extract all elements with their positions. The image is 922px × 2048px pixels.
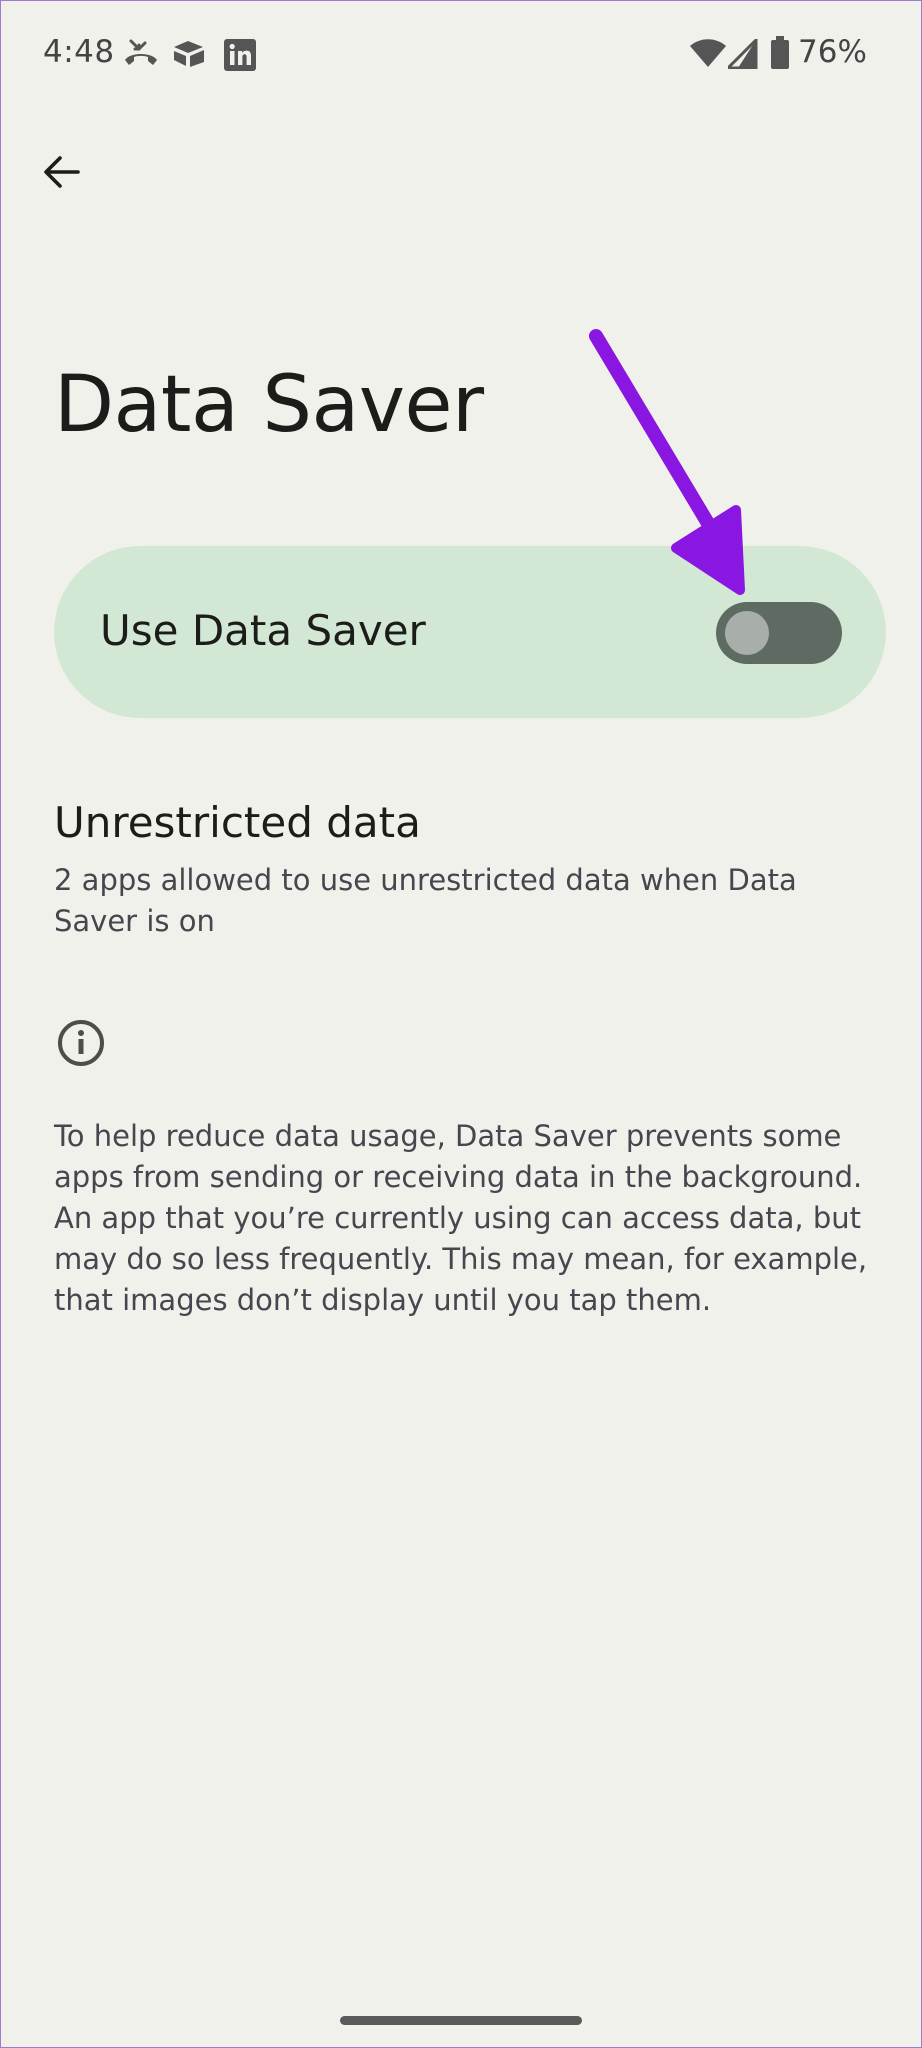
use-data-saver-row[interactable]: Use Data Saver [54, 546, 886, 718]
wifi-icon [690, 38, 726, 72]
battery-percent: 76% [798, 34, 867, 70]
status-bar: 4:48 76% [0, 0, 922, 110]
back-button[interactable] [30, 140, 94, 204]
arrow-back-icon [44, 156, 80, 188]
unrestricted-data-summary: 2 apps allowed to use unrestricted data … [54, 863, 797, 938]
toggle-knob [725, 611, 769, 655]
missed-call-icon [122, 38, 160, 72]
screenshot-border [0, 0, 922, 2048]
unrestricted-data-title: Unrestricted data [54, 798, 421, 847]
cell-signal-icon [724, 36, 758, 73]
airtable-icon [172, 40, 206, 72]
info-icon [56, 1018, 106, 1068]
use-data-saver-label: Use Data Saver [100, 606, 426, 655]
status-time: 4:48 [43, 34, 115, 70]
data-saver-toggle[interactable] [716, 602, 842, 664]
battery-icon [770, 36, 790, 74]
page-title: Data Saver [54, 360, 484, 450]
linkedin-icon [224, 39, 256, 75]
home-indicator[interactable] [340, 2016, 582, 2025]
unrestricted-data-item[interactable]: Unrestricted data 2 apps allowed to use … [54, 790, 894, 950]
data-saver-description: To help reduce data usage, Data Saver pr… [54, 1119, 868, 1317]
